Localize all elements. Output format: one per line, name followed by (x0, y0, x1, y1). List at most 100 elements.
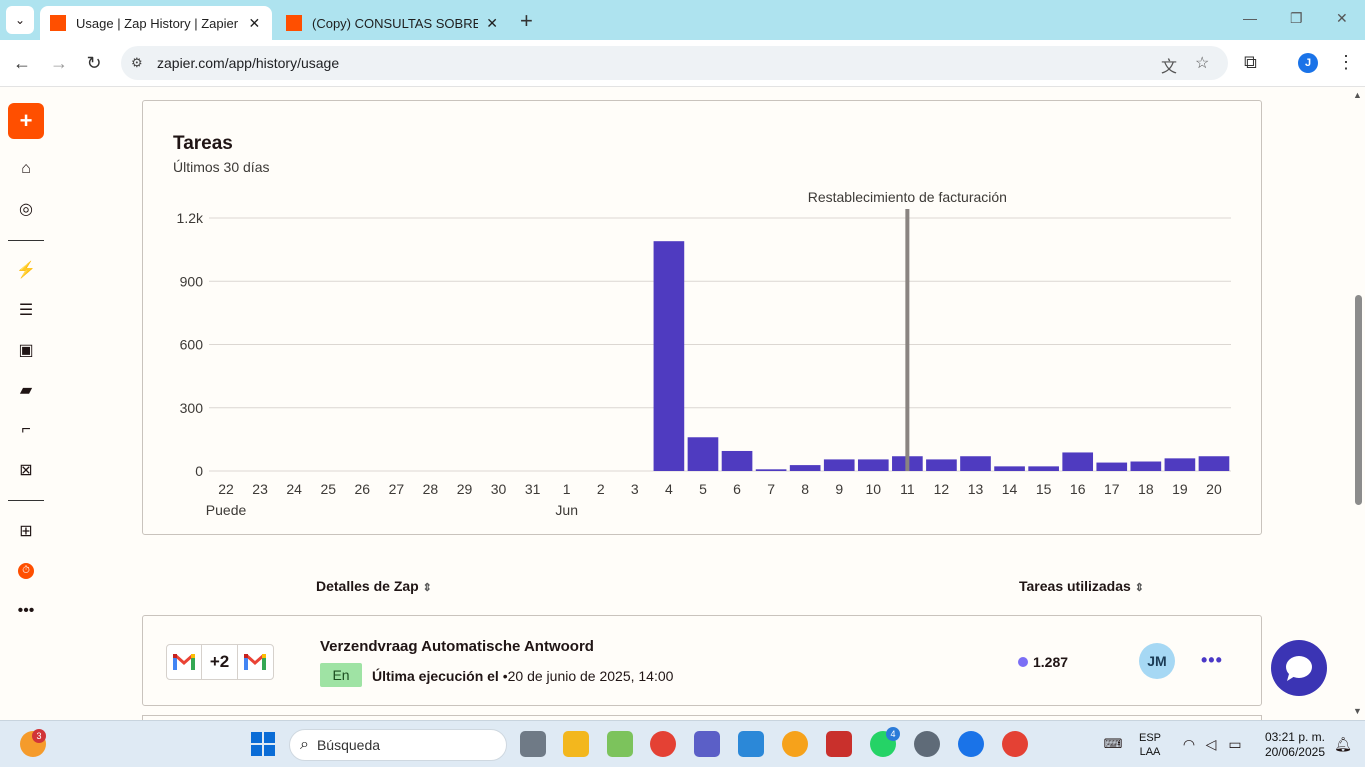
zap-title[interactable]: Verzendvraag Automatische Antwoord (320, 638, 594, 655)
last-run-text: Última ejecución el •20 de junio de 2025… (372, 668, 673, 684)
forward-arrow-icon[interactable]: → (47, 51, 71, 75)
scroll-thumb[interactable] (1355, 295, 1362, 505)
support-chat-button[interactable] (1271, 640, 1327, 696)
copilot-icon[interactable] (738, 731, 764, 757)
translate-icon[interactable]: 文 (1161, 53, 1177, 77)
x-tick-label: 13 (968, 481, 984, 497)
x-tick-label: 20 (1206, 481, 1222, 497)
chrome-icon[interactable] (650, 731, 676, 757)
close-tab-icon[interactable]: ✕ (247, 15, 262, 32)
zapier-favicon (286, 15, 302, 31)
tab-usage[interactable]: Usage | Zap History | Zapier ✕ (40, 6, 272, 40)
x-tick-label: 1 (563, 481, 571, 497)
search-icon: ⌕ (300, 736, 309, 753)
settings-icon[interactable] (914, 731, 940, 757)
sidebar-divider (8, 500, 44, 501)
teams-icon[interactable] (694, 731, 720, 757)
interfaces-icon[interactable]: ▣ (16, 340, 36, 360)
canvas-icon[interactable]: ⌐ (16, 420, 36, 440)
browser-menu-icon[interactable]: ⋮ (1337, 52, 1355, 73)
globe-icon[interactable]: ◎ (16, 199, 36, 219)
month-label: Jun (555, 502, 578, 518)
app-sidebar: + ⌂ ◎ ⚡ ☰ ▣ ▰ ⌐ ⊠ ⊞ ⏱ ••• (0, 88, 52, 720)
owner-avatar[interactable]: JM (1139, 643, 1175, 679)
clock-date: 20/06/2025 (1264, 745, 1325, 759)
tab-search-button[interactable]: ⌄ (6, 6, 34, 34)
x-tick-label: 12 (934, 481, 950, 497)
reload-icon[interactable]: ↻ (82, 51, 106, 75)
language-indicator[interactable]: ESP LAA (1136, 731, 1164, 759)
home-icon[interactable]: ⌂ (16, 159, 36, 179)
x-tick-label: 9 (835, 481, 843, 497)
back-arrow-icon[interactable]: ← (10, 51, 34, 75)
gmail-icon (238, 645, 273, 679)
zap-row[interactable]: +2 Verzendvraag Automatische Antwoord En… (142, 615, 1262, 706)
create-button[interactable]: + (8, 103, 44, 139)
x-tick-label: 14 (1002, 481, 1018, 497)
tables-icon[interactable]: ☰ (16, 300, 36, 320)
snipping-icon[interactable] (826, 731, 852, 757)
x-tick-label: 27 (389, 481, 405, 497)
col-header-tasks[interactable]: Tareas utilizadas ⇕ (1019, 578, 1144, 594)
bar (1130, 461, 1162, 471)
last-run-value: •20 de junio de 2025, 14:00 (498, 668, 674, 684)
y-tick-label: 900 (180, 273, 204, 289)
chatbots-icon[interactable]: ▰ (16, 380, 36, 400)
tasks-chart-card: Tareas Últimos 30 días 0 300 600 900 1.2k 22 2… (142, 100, 1262, 535)
tab-title: (Copy) CONSULTAS SOBRE ACTIVOS (312, 15, 479, 31)
month-label: Puede (206, 502, 247, 518)
bar (1096, 462, 1128, 471)
zap-icon[interactable]: ⚡ (16, 260, 36, 280)
agents-icon[interactable]: ⊠ (16, 460, 36, 480)
billing-reset-label: Restablecimiento de facturación (808, 189, 1007, 205)
col-header-details[interactable]: Detalles de Zap ⇕ (316, 578, 432, 594)
address-bar[interactable]: ⚙ zapier.com/app/history/usage 文 ☆ (121, 46, 1228, 80)
x-tick-label: 16 (1070, 481, 1086, 497)
site-settings-icon[interactable]: ⚙ (131, 55, 151, 71)
file-explorer-icon[interactable] (563, 731, 589, 757)
sort-icon[interactable]: ⇕ (1135, 582, 1144, 594)
bar (1028, 466, 1059, 471)
scroll-up-icon[interactable]: ▲ (1353, 90, 1362, 100)
x-tick-label: 24 (286, 481, 302, 497)
url-text[interactable]: zapier.com/app/history/usage (157, 55, 339, 71)
history-icon[interactable]: ⏱ (16, 561, 36, 581)
apps-icon[interactable]: ⊞ (16, 521, 36, 541)
tasks-used: 1.287 (1018, 654, 1068, 670)
task-view-icon[interactable] (520, 731, 546, 757)
more-icon[interactable]: ••• (16, 601, 36, 621)
sort-icon[interactable]: ⇕ (423, 582, 432, 594)
x-tick-label: 17 (1104, 481, 1120, 497)
page-scrollbar[interactable]: ▲ ▼ (1351, 88, 1365, 720)
x-tick-label: 15 (1036, 481, 1052, 497)
x-tick-label: 8 (801, 481, 809, 497)
bookmark-star-icon[interactable]: ☆ (1195, 53, 1209, 73)
minimize-button[interactable]: — (1243, 10, 1257, 26)
extensions-icon[interactable]: ⧉ (1244, 52, 1257, 73)
windows-start-icon[interactable] (250, 731, 276, 757)
keyboard-icon[interactable]: ⌨ (1100, 731, 1126, 757)
battery-icon[interactable]: ▭ (1222, 731, 1248, 757)
taskbar-search[interactable]: ⌕ Búsqueda (289, 729, 507, 761)
notifications-icon[interactable]: 🔔︎ (1330, 731, 1356, 757)
new-tab-button[interactable]: + (520, 8, 533, 34)
tab-consultas[interactable]: (Copy) CONSULTAS SOBRE ACTIVOS ✕ (276, 6, 510, 40)
vpn-icon[interactable] (782, 731, 808, 757)
clock[interactable]: 03:21 p. m. 20/06/2025 (1255, 730, 1325, 760)
volume-icon[interactable]: ◁ (1198, 731, 1224, 757)
scroll-down-icon[interactable]: ▼ (1353, 706, 1362, 716)
close-window-button[interactable]: ✕ (1336, 10, 1348, 27)
y-tick-label: 1.2k (177, 210, 204, 226)
profile-avatar[interactable]: J (1298, 53, 1318, 73)
x-tick-label: 25 (320, 481, 336, 497)
restore-button[interactable]: ❐ (1290, 10, 1303, 27)
language-code: ESP (1138, 732, 1161, 744)
row-menu-button[interactable]: ••• (1201, 650, 1223, 671)
chrome-alt-icon[interactable] (1002, 731, 1028, 757)
bar (721, 450, 753, 471)
y-tick-label: 300 (180, 400, 204, 416)
close-tab-icon[interactable]: ✕ (484, 15, 500, 32)
chrome-profile-icon[interactable] (958, 731, 984, 757)
y-tick-label: 0 (195, 463, 203, 479)
store-icon[interactable] (607, 731, 633, 757)
